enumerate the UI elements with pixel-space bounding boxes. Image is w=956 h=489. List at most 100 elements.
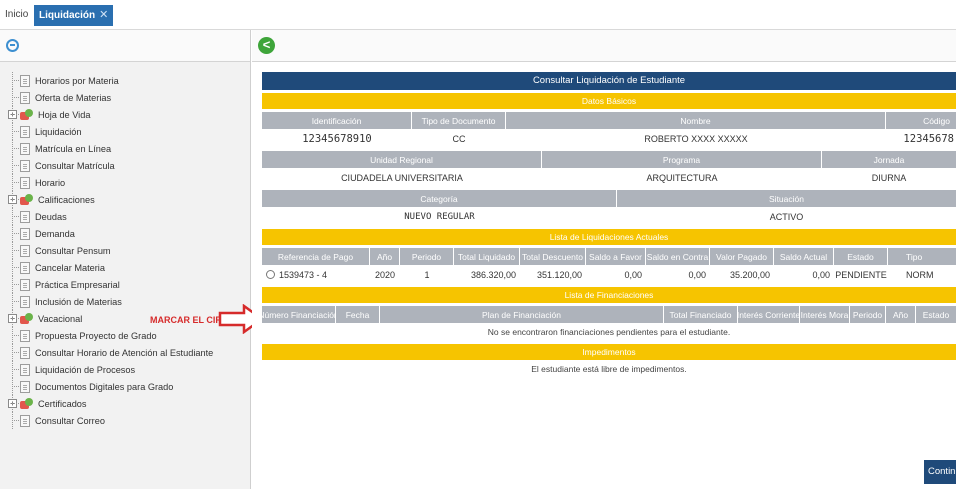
tree-connector: + bbox=[6, 191, 20, 208]
section-financiaciones: Lista de Financiaciones bbox=[262, 287, 956, 303]
value-programa: ARQUITECTURA bbox=[646, 172, 718, 183]
sidebar: Horarios por Materia Oferta de Materias + H… bbox=[0, 30, 251, 489]
document-icon bbox=[20, 176, 30, 189]
tree-connector: + bbox=[6, 106, 20, 123]
close-icon[interactable]: ✕ bbox=[99, 5, 108, 26]
sidebar-item-label: Vacacional bbox=[38, 313, 83, 324]
sidebar-item-label: Consultar Correo bbox=[35, 415, 105, 426]
value-total-descuento: 351.120,00 bbox=[536, 269, 582, 280]
sidebar-item[interactable]: Consultar Horario de Atención al Estudia… bbox=[6, 344, 246, 361]
value-tipo-documento: CC bbox=[452, 133, 466, 144]
sidebar-item-label: Demanda bbox=[35, 228, 75, 239]
continue-button[interactable]: Continuar bbox=[924, 460, 956, 484]
document-icon bbox=[20, 210, 30, 223]
tab-liquidacion[interactable]: Liquidación ✕ bbox=[34, 5, 114, 26]
sidebar-header bbox=[0, 30, 250, 62]
header-periodo: Periodo bbox=[400, 248, 454, 265]
datos-header-row-2: Unidad Regional Programa Jornada bbox=[262, 151, 956, 168]
main-content: < Consultar Liquidación de Estudiante Da… bbox=[252, 30, 956, 489]
header-estado-fin: Estado bbox=[922, 309, 950, 320]
header-tipo: Tipo bbox=[906, 251, 923, 262]
value-ano: 2020 bbox=[374, 269, 396, 280]
value-saldo-favor: 0,00 bbox=[624, 269, 642, 280]
refresh-icon[interactable] bbox=[6, 39, 19, 52]
value-periodo: 1 bbox=[424, 269, 430, 280]
back-arrow-icon[interactable]: < bbox=[258, 37, 275, 54]
sidebar-item[interactable]: Inclusión de Materias bbox=[6, 293, 246, 310]
header-plan-financiacion: Plan de Financiación bbox=[380, 306, 664, 323]
sidebar-tree: Horarios por Materia Oferta de Materias + H… bbox=[6, 72, 246, 429]
section-liquidaciones: Lista de Liquidaciones Actuales bbox=[262, 229, 956, 245]
document-icon bbox=[20, 295, 30, 308]
sidebar-item[interactable]: Consultar Correo bbox=[6, 412, 246, 429]
sidebar-item-label: Deudas bbox=[35, 211, 67, 222]
value-tipo: NORM bbox=[906, 269, 934, 280]
impedimentos-message: El estudiante está libre de impedimentos… bbox=[531, 364, 687, 374]
header-referencia: Referencia de Pago bbox=[262, 248, 370, 265]
sidebar-item[interactable]: + Calificaciones bbox=[6, 191, 246, 208]
tree-connector: + bbox=[6, 310, 20, 327]
value-referencia: 1539473 - 4 bbox=[279, 269, 328, 280]
sidebar-item-label: Propuesta Proyecto de Grado bbox=[35, 330, 157, 341]
datos-value-row-2: CIUDADELA UNIVERSITARIA ARQUITECTURA DIU… bbox=[262, 168, 956, 187]
main-header: < bbox=[252, 30, 956, 62]
document-icon bbox=[20, 261, 30, 274]
value-saldo-actual: 0,00 bbox=[812, 269, 830, 280]
header-tipo-documento: Tipo de Documento bbox=[412, 112, 506, 129]
tree-connector bbox=[6, 344, 20, 361]
sidebar-item[interactable]: Liquidación de Procesos bbox=[6, 361, 246, 378]
sidebar-item[interactable]: Deudas bbox=[6, 208, 246, 225]
tab-inicio[interactable]: Inicio bbox=[5, 9, 28, 20]
value-categoria: NUEVO REGULAR bbox=[404, 211, 475, 222]
sidebar-item[interactable]: Horario bbox=[6, 174, 246, 191]
sidebar-item[interactable]: Consultar Matrícula bbox=[6, 157, 246, 174]
tree-connector bbox=[6, 89, 20, 106]
sidebar-item[interactable]: Consultar Pensum bbox=[6, 242, 246, 259]
folder-icon bbox=[20, 397, 33, 410]
sidebar-item[interactable]: + Hoja de Vida bbox=[6, 106, 246, 123]
sidebar-item[interactable]: Cancelar Materia bbox=[6, 259, 246, 276]
document-icon bbox=[20, 329, 30, 342]
expand-icon[interactable]: + bbox=[8, 399, 17, 408]
value-estado: PENDIENTE bbox=[835, 269, 887, 280]
tab-liquidacion-label: Liquidación bbox=[39, 10, 96, 21]
sidebar-item[interactable]: Demanda bbox=[6, 225, 246, 242]
sidebar-item-label: Consultar Pensum bbox=[35, 245, 111, 256]
value-codigo: 12345678 bbox=[903, 132, 954, 145]
datos-header-row-1: Identificación Tipo de Documento Nombre … bbox=[262, 112, 956, 129]
sidebar-item[interactable]: + Certificados bbox=[6, 395, 246, 412]
expand-icon[interactable]: + bbox=[8, 314, 17, 323]
sidebar-item[interactable]: Práctica Empresarial bbox=[6, 276, 246, 293]
tree-connector bbox=[6, 225, 20, 242]
header-unidad-regional: Unidad Regional bbox=[262, 151, 542, 168]
tree-connector bbox=[6, 174, 20, 191]
sidebar-item-label: Certificados bbox=[38, 398, 87, 409]
tree-connector: + bbox=[6, 395, 20, 412]
panel-title: Consultar Liquidación de Estudiante bbox=[262, 72, 956, 90]
header-ano-fin: Año bbox=[886, 306, 916, 323]
sidebar-item[interactable]: Documentos Digitales para Grado bbox=[6, 378, 246, 395]
header-jornada: Jornada bbox=[873, 154, 905, 165]
liquidaciones-header-row: Referencia de Pago Año Periodo Total Liq… bbox=[262, 248, 956, 265]
sidebar-item[interactable]: Oferta de Materias bbox=[6, 89, 246, 106]
sidebar-item[interactable]: Liquidación bbox=[6, 123, 246, 140]
select-radio[interactable] bbox=[266, 270, 275, 279]
value-identificacion: 12345678910 bbox=[302, 132, 372, 145]
header-situacion: Situación bbox=[769, 193, 804, 204]
financiaciones-header-row: Número Financiación Fecha Plan de Financ… bbox=[262, 306, 956, 323]
header-numero-financiacion: Número Financiación bbox=[262, 306, 336, 323]
header-total-descuento: Total Descuento bbox=[520, 248, 586, 265]
header-periodo-fin: Periodo bbox=[850, 306, 886, 323]
sidebar-item[interactable]: Matrícula en Línea bbox=[6, 140, 246, 157]
expand-icon[interactable]: + bbox=[8, 110, 17, 119]
datos-header-row-3: Categoría Situación bbox=[262, 190, 956, 207]
sidebar-item-label: Consultar Horario de Atención al Estudia… bbox=[35, 347, 214, 358]
sidebar-item[interactable]: Propuesta Proyecto de Grado bbox=[6, 327, 246, 344]
header-estado: Estado bbox=[834, 248, 888, 265]
expand-icon[interactable]: + bbox=[8, 195, 17, 204]
document-icon bbox=[20, 346, 30, 359]
value-valor-pagado: 35.200,00 bbox=[729, 269, 770, 280]
value-situacion: ACTIVO bbox=[769, 211, 804, 222]
sidebar-item[interactable]: Horarios por Materia bbox=[6, 72, 246, 89]
document-icon bbox=[20, 380, 30, 393]
